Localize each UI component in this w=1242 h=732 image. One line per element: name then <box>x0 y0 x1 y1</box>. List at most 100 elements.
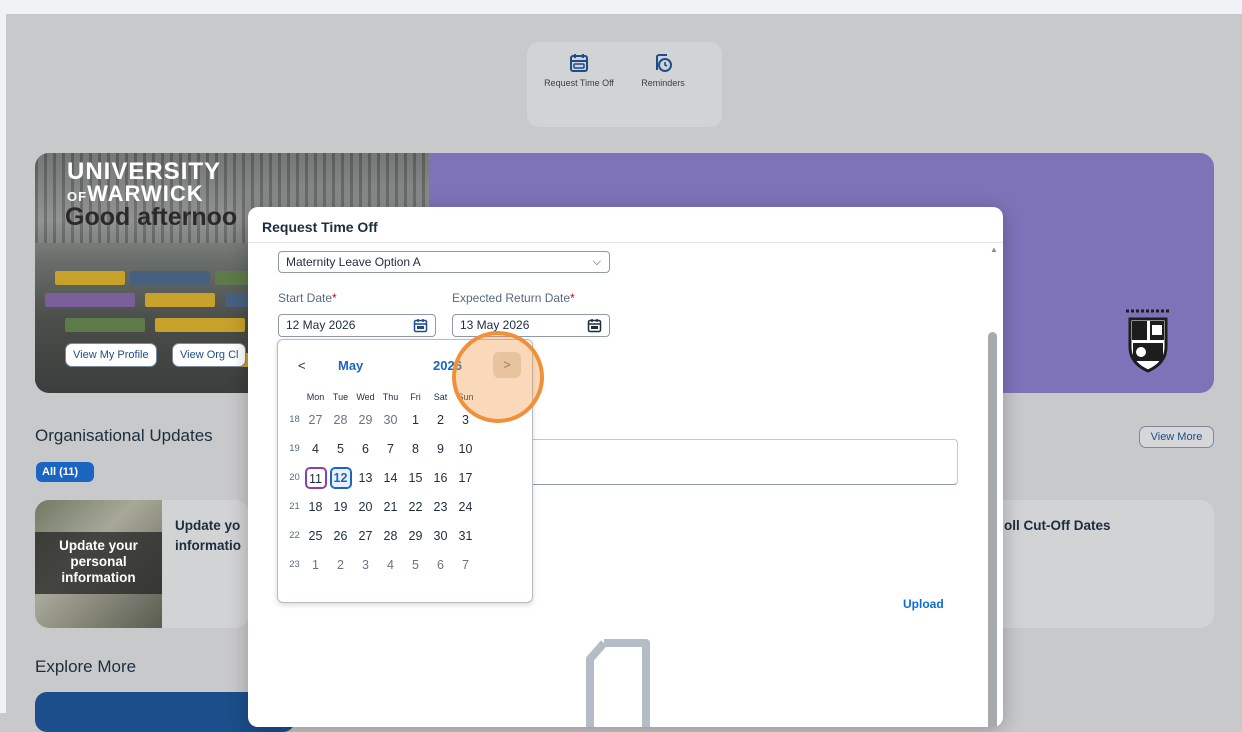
weekday-header: Wed <box>356 392 375 402</box>
weekday-header: Thu <box>382 392 399 402</box>
calendar-day[interactable]: 1 <box>303 558 328 572</box>
calendar-day[interactable]: 13 <box>353 471 378 485</box>
calendar-icon[interactable] <box>413 318 428 333</box>
calendar-day[interactable]: 2 <box>428 413 453 427</box>
calendar-day[interactable]: 5 <box>403 558 428 572</box>
calendar-week-row: 20 11 12 13 14 15 16 17 <box>286 463 478 492</box>
week-number: 22 <box>289 530 300 541</box>
comment-textarea[interactable] <box>528 439 958 485</box>
week-number: 18 <box>289 414 300 425</box>
calendar-day[interactable]: 9 <box>428 442 453 456</box>
calendar-week-row: 23 1 2 3 4 5 6 7 <box>286 550 478 579</box>
photo-seat <box>65 318 145 332</box>
calendar-week-row: 19 4 5 6 7 8 9 10 <box>286 434 478 463</box>
calendar-day[interactable]: 3 <box>353 558 378 572</box>
greeting-text: Good afternoo <box>65 203 238 231</box>
calendar-day[interactable]: 5 <box>328 442 353 456</box>
calendar-grid: Mon Tue Wed Thu Fri Sat Sun 18 27 28 29 … <box>286 389 478 579</box>
update-card-personal-info[interactable]: Update your personal information Update … <box>35 500 249 628</box>
return-date-label-text: Expected Return Date <box>452 291 571 305</box>
calendar-day[interactable]: 10 <box>453 442 478 456</box>
previous-month-button[interactable]: < <box>298 358 306 373</box>
photo-seat <box>45 293 135 307</box>
calendar-icon[interactable] <box>587 318 602 333</box>
logo-line1: UNIVERSITY <box>67 158 222 185</box>
all-filter-chip[interactable]: All (11) <box>36 462 94 482</box>
calendar-day[interactable]: 25 <box>303 529 328 543</box>
card-title: oll Cut-Off Dates <box>1004 518 1111 533</box>
calendar-day[interactable]: 27 <box>303 413 328 427</box>
top-strip <box>0 0 1242 14</box>
reminders-shortcut[interactable]: Reminders <box>628 52 698 88</box>
left-edge <box>0 14 6 713</box>
calendar-day[interactable]: 7 <box>453 558 478 572</box>
calendar-day[interactable]: 20 <box>353 500 378 514</box>
calendar-day[interactable]: 23 <box>428 500 453 514</box>
calendar-day[interactable]: 2 <box>328 558 353 572</box>
calendar-icon <box>570 54 588 72</box>
return-date-input[interactable]: 13 May 2026 <box>452 314 610 337</box>
calendar-day-today[interactable]: 11 <box>303 466 328 489</box>
calendar-day[interactable]: 29 <box>403 529 428 543</box>
calendar-day[interactable]: 31 <box>453 529 478 543</box>
calendar-day[interactable]: 27 <box>353 529 378 543</box>
card-title-line1: Update yo <box>175 518 241 533</box>
university-logo: UNIVERSITY OFWARWICK <box>67 158 222 208</box>
chevron-down-icon: ⌵ <box>592 256 601 268</box>
required-mark: * <box>332 291 337 305</box>
calendar-day[interactable]: 28 <box>378 529 403 543</box>
calendar-day[interactable]: 16 <box>428 471 453 485</box>
calendar-day[interactable]: 28 <box>328 413 353 427</box>
start-date-label: Start Date* <box>278 291 337 305</box>
scroll-up-icon[interactable]: ▲ <box>990 245 998 254</box>
calendar-day[interactable]: 22 <box>403 500 428 514</box>
dialog-title: Request Time Off <box>262 219 378 235</box>
week-number: 23 <box>289 559 300 570</box>
photo-seat <box>145 293 215 307</box>
week-number: 21 <box>289 501 300 512</box>
calendar-day[interactable]: 26 <box>328 529 353 543</box>
calendar-day[interactable]: 1 <box>403 413 428 427</box>
week-number: 20 <box>289 472 300 483</box>
card-title-line2: informatio <box>175 538 241 553</box>
calendar-day[interactable]: 7 <box>378 442 403 456</box>
leave-type-select[interactable]: Maternity Leave Option A ⌵ <box>278 251 610 273</box>
calendar-day[interactable]: 29 <box>353 413 378 427</box>
calendar-week-row: 22 25 26 27 28 29 30 31 <box>286 521 478 550</box>
view-org-chart-button[interactable]: View Org Cl <box>172 343 247 367</box>
calendar-week-row: 18 27 28 29 30 1 2 3 <box>286 405 478 434</box>
view-more-button[interactable]: View More <box>1139 426 1214 448</box>
calendar-day[interactable]: 18 <box>303 500 328 514</box>
photo-seat <box>155 318 245 332</box>
org-updates-title: Organisational Updates <box>35 426 213 445</box>
card-image-text: Update your personal information <box>35 532 162 594</box>
start-date-input[interactable]: 12 May 2026 <box>278 314 436 337</box>
update-card-payroll[interactable]: oll Cut-Off Dates <box>990 500 1214 628</box>
leave-type-value: Maternity Leave Option A <box>286 255 421 269</box>
calendar-day[interactable]: 6 <box>428 558 453 572</box>
photo-seat <box>55 271 125 285</box>
calendar-day[interactable]: 30 <box>428 529 453 543</box>
calendar-day[interactable]: 4 <box>303 442 328 456</box>
calendar-day-selected[interactable]: 12 <box>328 466 353 489</box>
request-time-off-shortcut[interactable]: Request Time Off <box>544 52 614 88</box>
upload-link[interactable]: Upload <box>903 597 944 611</box>
calendar-day[interactable]: 30 <box>378 413 403 427</box>
calendar-day[interactable]: 15 <box>403 471 428 485</box>
dialog-divider <box>248 242 1003 243</box>
calendar-day[interactable]: 19 <box>328 500 353 514</box>
view-my-profile-button[interactable]: View My Profile <box>65 343 157 367</box>
calendar-day[interactable]: 14 <box>378 471 403 485</box>
calendar-day[interactable]: 4 <box>378 558 403 572</box>
calendar-day[interactable]: 24 <box>453 500 478 514</box>
calendar-day[interactable]: 17 <box>453 471 478 485</box>
logo-of: OF <box>67 189 88 204</box>
weekday-header: Mon <box>306 392 325 402</box>
dialog-scrollbar[interactable] <box>988 332 997 727</box>
calendar-day[interactable]: 21 <box>378 500 403 514</box>
calendar-day[interactable]: 6 <box>353 442 378 456</box>
reminders-label: Reminders <box>641 78 685 88</box>
month-selector[interactable]: May <box>338 358 363 373</box>
calendar-day[interactable]: 8 <box>403 442 428 456</box>
required-mark: * <box>570 291 575 305</box>
